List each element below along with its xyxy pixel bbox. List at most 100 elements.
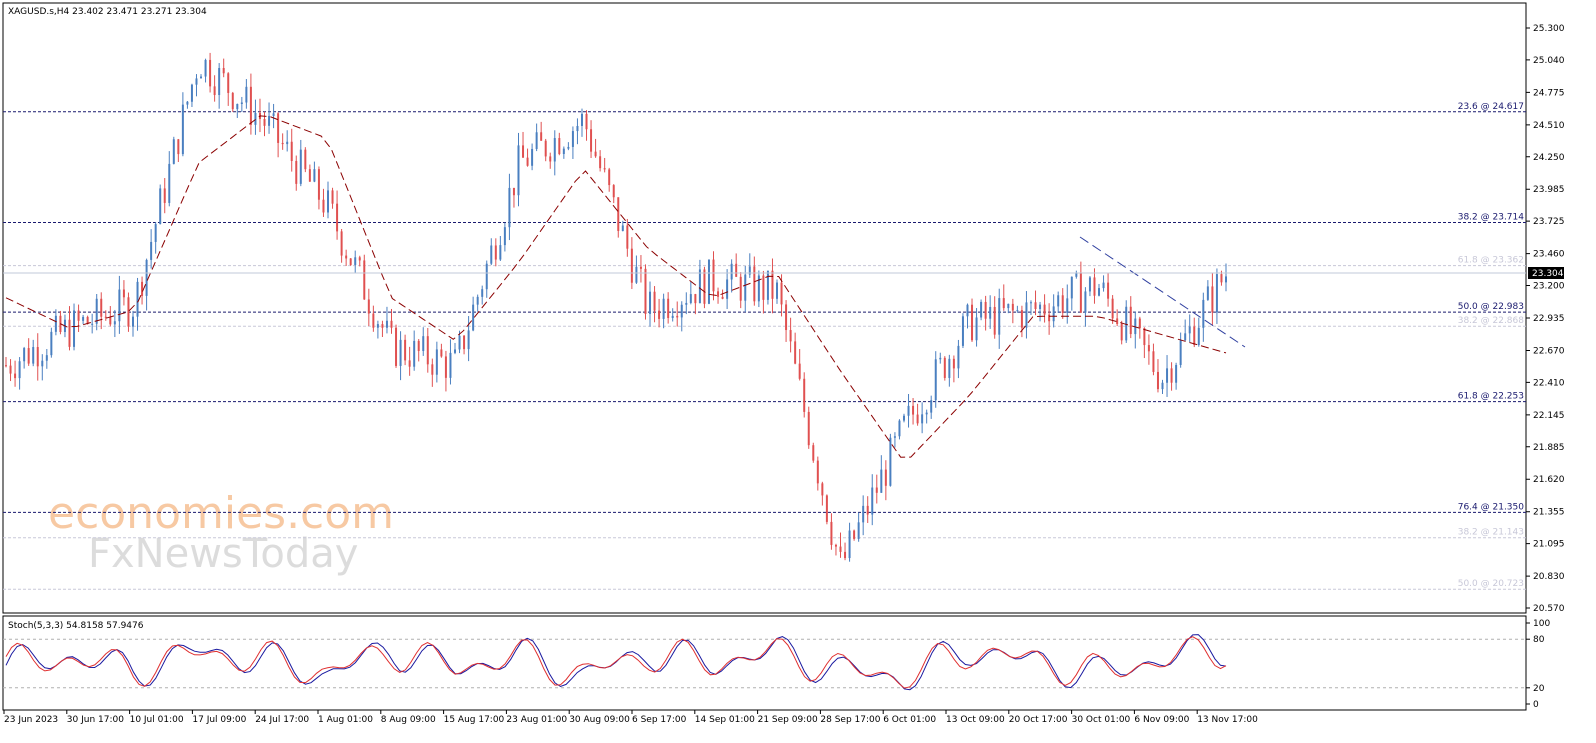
candle-body[interactable] — [1048, 314, 1051, 322]
candle-body[interactable] — [426, 336, 429, 365]
candle-body[interactable] — [453, 349, 456, 353]
candle-body[interactable] — [485, 263, 488, 290]
candle-body[interactable] — [449, 352, 452, 378]
candle-body[interactable] — [893, 436, 896, 438]
candle-body[interactable] — [608, 169, 611, 186]
candle-body[interactable] — [186, 101, 189, 105]
candle-body[interactable] — [236, 103, 239, 110]
candle-body[interactable] — [839, 546, 842, 552]
candle-body[interactable] — [317, 169, 320, 200]
candle-body[interactable] — [721, 296, 724, 299]
candle-body[interactable] — [1147, 345, 1150, 352]
candle-body[interactable] — [948, 358, 951, 378]
candle-body[interactable] — [1193, 326, 1196, 346]
candle-body[interactable] — [580, 113, 583, 126]
candle-body[interactable] — [376, 324, 379, 328]
candle-body[interactable] — [1206, 286, 1209, 300]
candle-body[interactable] — [1061, 295, 1064, 313]
candle-body[interactable] — [966, 304, 969, 317]
candle-body[interactable] — [512, 187, 515, 196]
candle-body[interactable] — [676, 315, 679, 318]
candle-body[interactable] — [245, 86, 248, 103]
candle-body[interactable] — [1211, 286, 1214, 313]
candle-body[interactable] — [467, 330, 470, 350]
candle-body[interactable] — [381, 324, 384, 328]
candle-body[interactable] — [780, 282, 783, 305]
candle-body[interactable] — [1184, 333, 1187, 341]
candle-body[interactable] — [984, 301, 987, 319]
candle-body[interactable] — [844, 551, 847, 559]
candle-body[interactable] — [617, 197, 620, 231]
candle-body[interactable] — [304, 149, 307, 170]
candle-body[interactable] — [1225, 276, 1227, 283]
candle-body[interactable] — [109, 316, 112, 325]
candle-body[interactable] — [621, 225, 624, 231]
candle-body[interactable] — [952, 358, 955, 369]
candle-body[interactable] — [322, 199, 325, 213]
candle-body[interactable] — [299, 149, 302, 184]
candle-body[interactable] — [934, 359, 937, 401]
candle-body[interactable] — [549, 156, 552, 162]
candle-body[interactable] — [222, 68, 225, 74]
candle-body[interactable] — [698, 269, 701, 304]
candle-body[interactable] — [776, 282, 779, 299]
candle-body[interactable] — [494, 245, 497, 260]
candle-body[interactable] — [689, 294, 692, 303]
candle-body[interactable] — [1057, 295, 1060, 307]
candle-body[interactable] — [1034, 302, 1037, 309]
candle-body[interactable] — [395, 327, 398, 366]
candle-body[interactable] — [91, 323, 94, 325]
candle-body[interactable] — [444, 356, 447, 378]
candle-body[interactable] — [975, 317, 978, 341]
candle-body[interactable] — [635, 266, 638, 283]
candle-body[interactable] — [771, 270, 774, 299]
candle-body[interactable] — [209, 59, 212, 87]
candle-body[interactable] — [154, 224, 157, 242]
candle-body[interactable] — [5, 365, 7, 367]
candle-body[interactable] — [127, 297, 130, 327]
candle-body[interactable] — [440, 349, 443, 357]
candle-body[interactable] — [1007, 303, 1010, 309]
candle-body[interactable] — [603, 168, 606, 170]
candle-body[interactable] — [902, 415, 905, 421]
candle-body[interactable] — [136, 281, 139, 317]
candle-body[interactable] — [753, 266, 756, 302]
candle-body[interactable] — [630, 248, 633, 283]
candle-body[interactable] — [77, 310, 80, 321]
candle-body[interactable] — [989, 306, 992, 319]
candle-body[interactable] — [508, 187, 511, 228]
chart-canvas[interactable]: economies.com FxNewsToday XAGUSD.s,H4 23… — [0, 0, 1596, 743]
candle-body[interactable] — [1066, 298, 1069, 313]
candle-body[interactable] — [1039, 304, 1042, 309]
candle-body[interactable] — [898, 420, 901, 437]
candle-body[interactable] — [671, 315, 674, 318]
candle-body[interactable] — [254, 112, 257, 125]
candle-body[interactable] — [1161, 382, 1164, 390]
candle-body[interactable] — [41, 360, 44, 367]
candle-body[interactable] — [354, 257, 357, 265]
candle-body[interactable] — [658, 310, 661, 319]
candle-body[interactable] — [272, 113, 275, 116]
candle-body[interactable] — [113, 321, 116, 325]
candle-body[interactable] — [1143, 328, 1146, 346]
candle-body[interactable] — [163, 188, 166, 203]
candle-body[interactable] — [331, 190, 334, 204]
candle-body[interactable] — [1043, 304, 1046, 315]
candle-body[interactable] — [912, 405, 915, 415]
candle-body[interactable] — [1079, 273, 1082, 313]
candle-body[interactable] — [281, 142, 284, 145]
candle-body[interactable] — [998, 298, 1001, 335]
candle-body[interactable] — [1138, 318, 1141, 329]
candle-body[interactable] — [612, 185, 615, 198]
candle-body[interactable] — [694, 294, 697, 304]
candle-body[interactable] — [862, 505, 865, 523]
candle-body[interactable] — [866, 505, 869, 515]
candle-body[interactable] — [9, 365, 12, 374]
candle-body[interactable] — [590, 129, 593, 152]
candle-body[interactable] — [313, 169, 316, 182]
candle-body[interactable] — [363, 260, 366, 300]
candle-body[interactable] — [141, 281, 144, 296]
candle-body[interactable] — [1088, 277, 1091, 292]
candle-body[interactable] — [73, 310, 76, 347]
candle-body[interactable] — [431, 364, 434, 375]
